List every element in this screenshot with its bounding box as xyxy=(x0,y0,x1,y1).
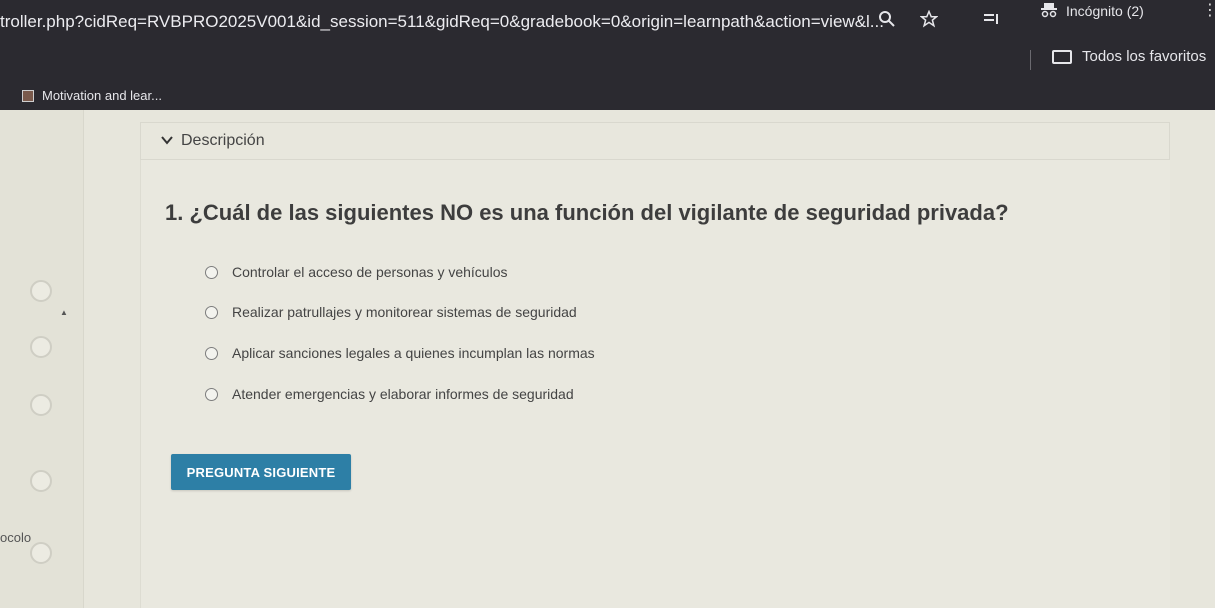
bookmarks-divider xyxy=(1030,50,1031,70)
tab-strip: Motivation and lear... xyxy=(0,76,1215,114)
description-toggle[interactable]: Descripción xyxy=(140,122,1170,160)
search-icon[interactable] xyxy=(874,6,900,32)
page-content: ▲ ocolo Descripción 1. ¿Cuál de las sigu… xyxy=(0,110,1215,608)
incognito-icon xyxy=(1040,2,1058,21)
all-bookmarks-label: Todos los favoritos xyxy=(1082,48,1207,65)
incognito-indicator[interactable]: Incógnito (2) xyxy=(1040,0,1144,22)
radio-icon[interactable] xyxy=(205,265,218,279)
rail-item-circle[interactable] xyxy=(30,470,52,492)
option-label: Controlar el acceso de personas y vehícu… xyxy=(232,264,508,280)
radio-icon[interactable] xyxy=(205,387,218,401)
option-1[interactable]: Controlar el acceso de personas y vehícu… xyxy=(205,264,507,280)
url-field[interactable]: troller.php?cidReq=RVBPRO2025V001&id_ses… xyxy=(0,12,884,32)
next-question-button[interactable]: PREGUNTA SIGUIENTE xyxy=(171,454,351,490)
radio-icon[interactable] xyxy=(205,305,218,319)
address-bar: troller.php?cidReq=RVBPRO2025V001&id_ses… xyxy=(0,0,1215,44)
option-4[interactable]: Atender emergencias y elaborar informes … xyxy=(205,386,574,402)
rail-item-circle[interactable] xyxy=(30,280,52,302)
rail-item-circle[interactable] xyxy=(30,336,52,358)
star-icon[interactable] xyxy=(916,6,942,32)
question-title: 1. ¿Cuál de las siguientes NO es una fun… xyxy=(165,200,1009,225)
radio-icon[interactable] xyxy=(205,346,218,360)
tab-title: Motivation and lear... xyxy=(42,88,162,103)
rail-label: ocolo xyxy=(0,530,32,545)
option-label: Realizar patrullajes y monitorear sistem… xyxy=(232,304,577,320)
question-card: 1. ¿Cuál de las siguientes NO es una fun… xyxy=(140,160,1170,608)
rail-item-circle[interactable] xyxy=(30,394,52,416)
caret-up-icon: ▲ xyxy=(60,308,68,317)
incognito-label: Incógnito (2) xyxy=(1066,3,1144,19)
option-3[interactable]: Aplicar sanciones legales a quienes incu… xyxy=(205,345,595,361)
left-rail: ▲ ocolo xyxy=(0,110,84,608)
option-label: Aplicar sanciones legales a quienes incu… xyxy=(232,345,595,361)
favicon-icon xyxy=(22,89,34,102)
description-label: Descripción xyxy=(181,132,265,149)
tab-motivation[interactable]: Motivation and lear... xyxy=(22,88,162,103)
all-bookmarks-button[interactable]: Todos los favoritos xyxy=(1052,48,1206,65)
folder-icon xyxy=(1052,49,1072,64)
bookmarks-bar: Todos los favoritos xyxy=(0,44,1215,76)
rail-item-circle[interactable] xyxy=(30,542,52,564)
reading-list-icon[interactable] xyxy=(978,6,1004,32)
chevron-down-icon xyxy=(161,134,173,148)
option-2[interactable]: Realizar patrullajes y monitorear sistem… xyxy=(205,304,577,320)
menu-icon[interactable]: ⋮ xyxy=(1202,0,1215,20)
option-label: Atender emergencias y elaborar informes … xyxy=(232,386,574,402)
